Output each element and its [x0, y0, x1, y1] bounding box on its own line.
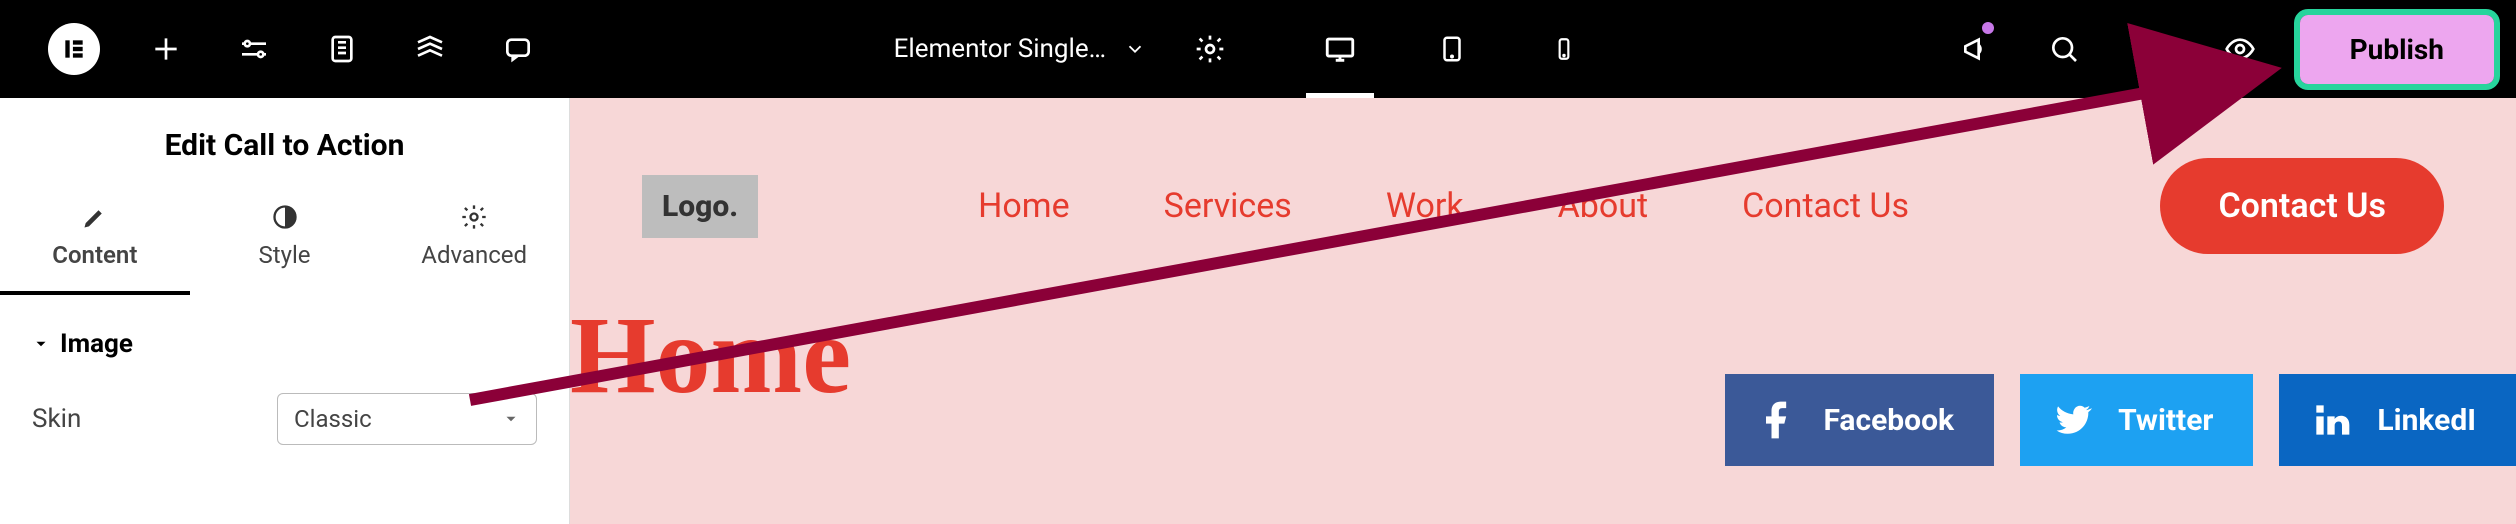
preview-canvas: Logo. Home Services Work About Contact U… [570, 98, 2516, 524]
tab-advanced[interactable]: Advanced [379, 189, 569, 295]
nav-about[interactable]: About [1558, 186, 1649, 226]
panel-title: Edit Call to Action [0, 98, 569, 189]
tab-content[interactable]: Content [0, 189, 190, 295]
whats-new-button[interactable] [1932, 0, 2020, 98]
tab-style[interactable]: Style [190, 189, 380, 295]
panel-tabs: Content Style Advanced [0, 189, 569, 295]
help-button[interactable] [2108, 0, 2196, 98]
add-element-button[interactable] [122, 0, 210, 98]
social-twitter-label: Twitter [2118, 403, 2213, 438]
nav-home[interactable]: Home [978, 186, 1070, 226]
nav-work[interactable]: Work [1386, 186, 1464, 226]
field-skin-label: Skin [32, 404, 277, 434]
contrast-icon [271, 203, 299, 231]
device-tablet-button[interactable] [1396, 0, 1508, 98]
social-linkedin-label: LinkedI [2377, 403, 2476, 438]
page-settings-button[interactable] [1166, 0, 1254, 98]
device-mobile-button[interactable] [1508, 0, 1620, 98]
primary-nav: Home Services Work About Contact Us [978, 186, 1909, 226]
section-image-label: Image [60, 329, 133, 359]
tab-style-label: Style [258, 241, 310, 269]
tab-advanced-label: Advanced [421, 241, 527, 269]
responsive-device-group [1284, 0, 1620, 98]
nav-services[interactable]: Services [1164, 186, 1292, 226]
publish-highlight: Publish [2294, 9, 2500, 90]
publish-button[interactable]: Publish [2300, 15, 2494, 84]
elementor-logo-icon[interactable] [48, 23, 100, 75]
linkedin-icon [2309, 398, 2353, 442]
site-header: Logo. Home Services Work About Contact U… [570, 98, 2516, 284]
structure-button[interactable] [298, 0, 386, 98]
social-buttons: Facebook Twitter LinkedI [1725, 374, 2516, 466]
document-name: Elementor Single… [894, 34, 1106, 64]
chevron-down-icon [502, 410, 520, 428]
social-facebook[interactable]: Facebook [1725, 374, 1994, 466]
nav-contact[interactable]: Contact Us [1742, 186, 1909, 226]
history-button[interactable] [386, 0, 474, 98]
chevron-down-icon [1124, 38, 1146, 60]
tab-content-label: Content [52, 241, 137, 269]
facebook-icon [1755, 398, 1799, 442]
finder-search-button[interactable] [2020, 0, 2108, 98]
social-twitter[interactable]: Twitter [2020, 374, 2253, 466]
caret-down-icon [32, 335, 50, 353]
header-cta-button[interactable]: Contact Us [2160, 158, 2444, 254]
device-desktop-button[interactable] [1284, 0, 1396, 98]
document-selector[interactable]: Elementor Single… [874, 34, 1166, 64]
pencil-icon [81, 203, 109, 231]
section-image-toggle[interactable]: Image [0, 295, 569, 383]
preview-button[interactable] [2196, 0, 2284, 98]
skin-select-value: Classic [294, 405, 372, 433]
field-skin-row: Skin Classic [0, 383, 569, 455]
social-linkedin[interactable]: LinkedI [2279, 374, 2516, 466]
site-settings-button[interactable] [210, 0, 298, 98]
editor-sidebar: Edit Call to Action Content Style Advanc… [0, 98, 570, 524]
notes-button[interactable] [474, 0, 562, 98]
twitter-icon [2050, 398, 2094, 442]
gear-icon [460, 203, 488, 231]
logo-placeholder[interactable]: Logo. [642, 175, 758, 238]
skin-select[interactable]: Classic [277, 393, 537, 445]
social-facebook-label: Facebook [1823, 403, 1954, 438]
topbar: Elementor Single… Publish [0, 0, 2516, 98]
